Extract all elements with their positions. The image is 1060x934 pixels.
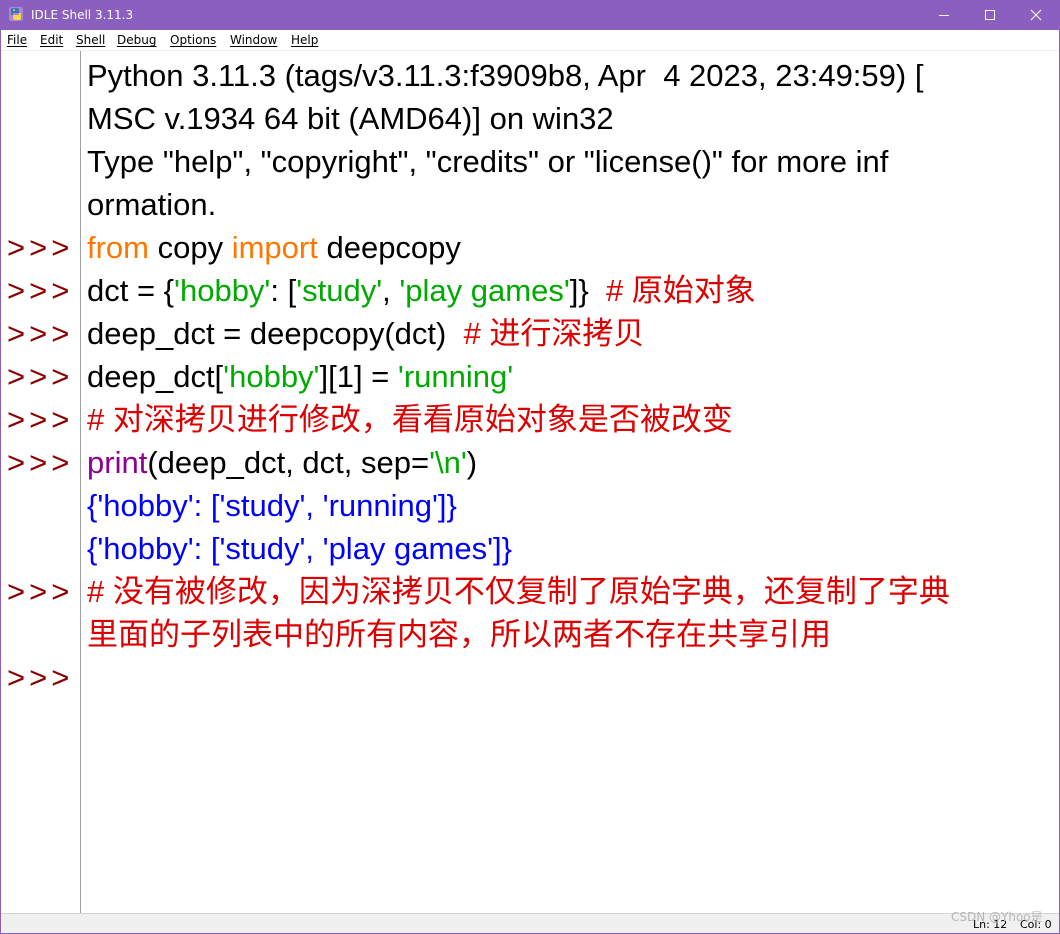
maximize-icon bbox=[985, 10, 995, 20]
builtin-token: print bbox=[87, 445, 148, 480]
keyword-token: import bbox=[231, 230, 318, 265]
banner-line: Type "help", "copyright", "credits" or "… bbox=[87, 144, 889, 179]
prompt-marker: >>> bbox=[7, 273, 74, 308]
comment-token: # 进行深拷贝 bbox=[463, 316, 645, 351]
prompt-marker: >>> bbox=[7, 445, 74, 480]
minimize-icon bbox=[939, 15, 949, 16]
code-token: ]} bbox=[569, 273, 606, 308]
string-token: 'running' bbox=[397, 359, 514, 394]
prompt-marker: >>> bbox=[7, 230, 74, 265]
close-button[interactable] bbox=[1013, 0, 1059, 30]
banner-line: MSC v.1934 64 bit (AMD64)] on win32 bbox=[87, 101, 614, 136]
watermark: CSDN @Yhoo是 bbox=[951, 910, 1043, 924]
menu-window[interactable]: Window bbox=[230, 32, 277, 48]
code-token: deep_dct = deepcopy(dct) bbox=[87, 316, 464, 351]
menu-shell[interactable]: Shell bbox=[76, 32, 105, 48]
code-line-assign: deep_dct['hobby'][1] = 'running' bbox=[87, 355, 513, 398]
code-line-dict: dct = {'hobby': ['study', 'play games']}… bbox=[87, 269, 756, 312]
string-token: '\n' bbox=[429, 445, 467, 480]
comment-token: # 原始对象 bbox=[605, 273, 756, 308]
comment-line: # 对深拷贝进行修改，看看原始对象是否被改变 bbox=[87, 402, 733, 437]
menu-debug[interactable]: Debug bbox=[117, 32, 156, 48]
comment-line: # 没有被修改，因为深拷贝不仅复制了原始字典，还复制了字典 bbox=[87, 574, 950, 609]
code-token: deepcopy bbox=[317, 230, 461, 265]
prompt-marker: >>> bbox=[7, 402, 74, 437]
menu-help[interactable]: Help bbox=[291, 32, 318, 48]
title-bar[interactable]: IDLE Shell 3.11.3 bbox=[1, 0, 1059, 30]
maximize-button[interactable] bbox=[967, 0, 1013, 30]
prompt-marker: >>> bbox=[7, 359, 74, 394]
code-token: (deep_dct, dct, sep= bbox=[147, 445, 430, 480]
banner-line: Python 3.11.3 (tags/v3.11.3:f3909b8, Apr… bbox=[87, 58, 924, 93]
window-title: IDLE Shell 3.11.3 bbox=[31, 8, 134, 22]
idle-shell-window: IDLE Shell 3.11.3 File Edit Shell Debug … bbox=[0, 0, 1060, 934]
output-line: {'hobby': ['study', 'running']} bbox=[87, 488, 457, 523]
python-idle-icon bbox=[8, 6, 24, 22]
prompt-marker: >>> bbox=[7, 316, 74, 351]
prompt-sidebar: >>> >>> >>> >>> >>> >>> >>> >>> bbox=[1, 51, 81, 913]
string-token: 'hobby' bbox=[174, 273, 271, 308]
code-token: : [ bbox=[270, 273, 297, 308]
keyword-token: from bbox=[87, 230, 149, 265]
code-token: , bbox=[382, 273, 400, 308]
shell-text-area[interactable]: Python 3.11.3 (tags/v3.11.3:f3909b8, Apr… bbox=[81, 51, 1059, 913]
code-token: copy bbox=[149, 230, 232, 265]
code-token: dct = { bbox=[87, 273, 175, 308]
string-token: 'hobby' bbox=[223, 359, 320, 394]
output-line: {'hobby': ['study', 'play games']} bbox=[87, 531, 512, 566]
comment-line: 里面的子列表中的所有内容，所以两者不存在共享引用 bbox=[87, 617, 831, 652]
code-line-deepcopy: deep_dct = deepcopy(dct) # 进行深拷贝 bbox=[87, 312, 644, 355]
close-icon bbox=[1030, 9, 1042, 21]
code-line-print: print(deep_dct, dct, sep='\n') bbox=[87, 441, 477, 484]
menu-options[interactable]: Options bbox=[170, 32, 216, 48]
string-token: 'play games' bbox=[399, 273, 570, 308]
string-token: 'study' bbox=[296, 273, 383, 308]
minimize-button[interactable] bbox=[921, 0, 967, 30]
prompt-marker: >>> bbox=[7, 574, 74, 609]
banner-line: ormation. bbox=[87, 187, 217, 222]
status-bar: Ln: 12 Col: 0 bbox=[1, 913, 1059, 933]
code-token: deep_dct[ bbox=[87, 359, 224, 394]
code-line-import: from copy import deepcopy bbox=[87, 226, 461, 269]
menu-file[interactable]: File bbox=[7, 32, 27, 48]
code-token: ) bbox=[466, 445, 478, 480]
code-token: ][1] = bbox=[319, 359, 398, 394]
prompt-marker: >>> bbox=[7, 660, 74, 695]
menu-bar: File Edit Shell Debug Options Window Hel… bbox=[1, 30, 1059, 51]
menu-edit[interactable]: Edit bbox=[40, 32, 63, 48]
